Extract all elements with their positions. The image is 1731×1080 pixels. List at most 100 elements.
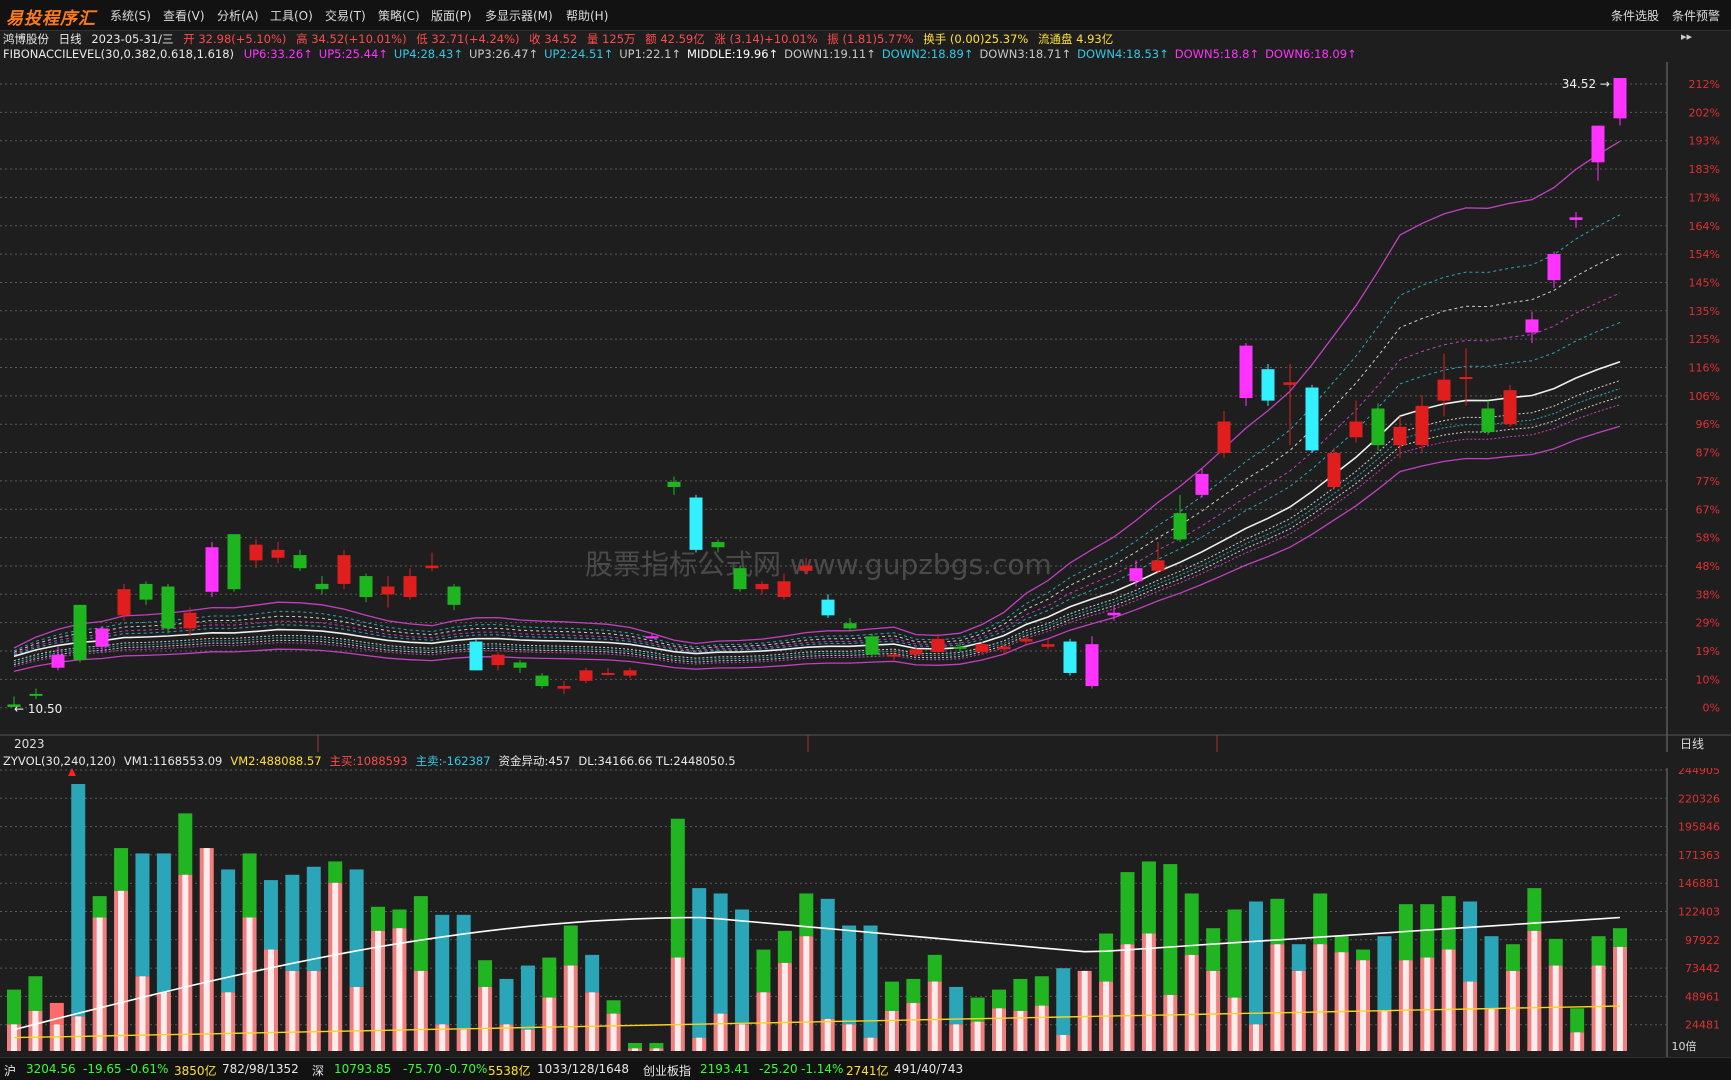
menu-layout[interactable]: 版面(P) [431,7,472,24]
candlestick[interactable] [1305,384,1319,453]
volume-bar[interactable] [520,965,535,1051]
volume-bar[interactable] [1463,901,1478,1051]
volume-bar[interactable] [1356,949,1371,1051]
volume-bar[interactable] [799,893,814,1051]
volume-bar[interactable] [28,976,43,1051]
menu-strategy[interactable]: 策略(C) [378,7,420,24]
volume-bar[interactable] [1034,976,1049,1051]
volume-bar[interactable] [156,853,171,1051]
volume-bar[interactable] [1613,928,1627,1051]
volume-bar[interactable] [992,989,1007,1051]
volume-bar[interactable] [413,896,428,1051]
volume-bar[interactable] [1570,1008,1585,1051]
volume-bar[interactable] [563,925,578,1051]
volume-bar[interactable] [1548,938,1563,1051]
volume-bar[interactable] [735,909,750,1051]
volume-bar[interactable] [670,818,685,1051]
volume-bar[interactable] [777,930,792,1051]
volume-bar[interactable] [1120,872,1135,1051]
candlestick[interactable] [1503,384,1517,427]
volume-bar[interactable] [927,954,942,1051]
volume-bar[interactable] [1184,893,1199,1051]
volume-bar[interactable] [542,957,557,1051]
volume-bar[interactable] [263,880,278,1051]
volume-bar[interactable] [1056,968,1071,1051]
candlestick[interactable] [73,604,87,663]
volume-bar[interactable] [1248,901,1263,1051]
volume-bar[interactable] [371,906,386,1051]
volume-bar[interactable] [1398,904,1413,1051]
candlestick[interactable] [1261,363,1275,406]
volume-bar[interactable] [756,949,771,1051]
candlestick[interactable] [1063,638,1077,676]
candlestick[interactable] [1371,403,1385,451]
volume-bar[interactable] [1291,944,1306,1051]
candlestick[interactable] [689,494,703,553]
condition-stock-select-button[interactable]: 条件选股 [1611,7,1659,24]
volume-bar[interactable] [1377,936,1392,1051]
volume-bar[interactable] [499,978,514,1051]
candlestick[interactable] [1327,447,1341,490]
volume-bar[interactable] [349,869,364,1051]
candlestick[interactable] [1239,343,1253,406]
volume-bar[interactable] [1227,909,1242,1051]
volume-bar[interactable] [435,914,450,1051]
volume-bar[interactable] [92,896,107,1051]
candlestick[interactable] [469,638,483,671]
candlestick[interactable] [1613,78,1627,126]
volume-bar[interactable] [863,925,878,1051]
volume-bar[interactable] [1505,944,1520,1051]
volume-bar[interactable] [585,954,600,1051]
volume-bar[interactable] [1141,861,1156,1051]
menu-help[interactable]: 帮助(H) [566,7,608,24]
candlestick[interactable] [205,542,219,598]
volume-bar[interactable] [1013,978,1028,1051]
volume-bar[interactable] [1163,864,1178,1051]
volume-bar[interactable] [1313,893,1328,1051]
volume-bar[interactable] [970,997,985,1051]
volume-bar[interactable] [1420,904,1435,1051]
price-chart[interactable]: 212% 202% 193% 183% 173% 164% 154% 145% 135% 125%… [0,62,1731,752]
volume-bar[interactable] [1441,896,1456,1051]
volume-bar[interactable] [1206,928,1221,1051]
candlestick[interactable] [865,633,879,658]
condition-alert-button[interactable]: 条件预警 [1672,7,1720,24]
candlestick[interactable] [337,549,351,590]
menu-trade[interactable]: 交易(T) [325,7,366,24]
volume-bar[interactable] [199,848,214,1051]
menu-tools[interactable]: 工具(O) [270,7,313,24]
menu-view[interactable]: 查看(V) [163,7,205,24]
volume-bar[interactable] [178,813,193,1051]
candlestick[interactable] [161,583,175,634]
candlestick[interactable] [117,583,131,621]
expand-icon[interactable]: ▸▸ [1681,30,1692,43]
volume-bar[interactable] [1527,888,1542,1051]
candlestick[interactable] [733,565,747,592]
volume-bar[interactable] [478,960,493,1051]
volume-bar[interactable] [1591,936,1606,1051]
menu-system[interactable]: 系统(S) [110,7,151,24]
volume-bar[interactable] [713,893,728,1051]
volume-bar[interactable] [49,1002,64,1051]
volume-bar[interactable] [842,925,857,1051]
volume-bar[interactable] [71,784,86,1051]
volume-bar[interactable] [820,898,835,1051]
volume-bar[interactable] [1484,936,1499,1051]
volume-bar[interactable] [649,1042,664,1051]
volume-bar[interactable] [114,848,129,1051]
volume-bar[interactable] [7,989,21,1051]
volume-bar[interactable] [627,1042,642,1051]
volume-bar[interactable] [692,888,707,1051]
volume-bar[interactable] [242,853,257,1051]
menu-multi-monitor[interactable]: 多显示器(M) [485,7,553,24]
volume-bar[interactable] [906,978,921,1051]
volume-bar[interactable] [1334,936,1349,1051]
volume-bar[interactable] [1270,898,1285,1051]
volume-bar[interactable] [135,853,150,1051]
volume-bar[interactable] [221,869,236,1051]
volume-bar[interactable] [884,981,899,1051]
menu-analysis[interactable]: 分析(A) [217,7,259,24]
candlestick[interactable] [1085,636,1099,689]
volume-bar[interactable] [1077,970,1092,1051]
volume-chart[interactable]: 244905 220326 195846 171363 146881 122403 9792… [0,768,1731,1057]
